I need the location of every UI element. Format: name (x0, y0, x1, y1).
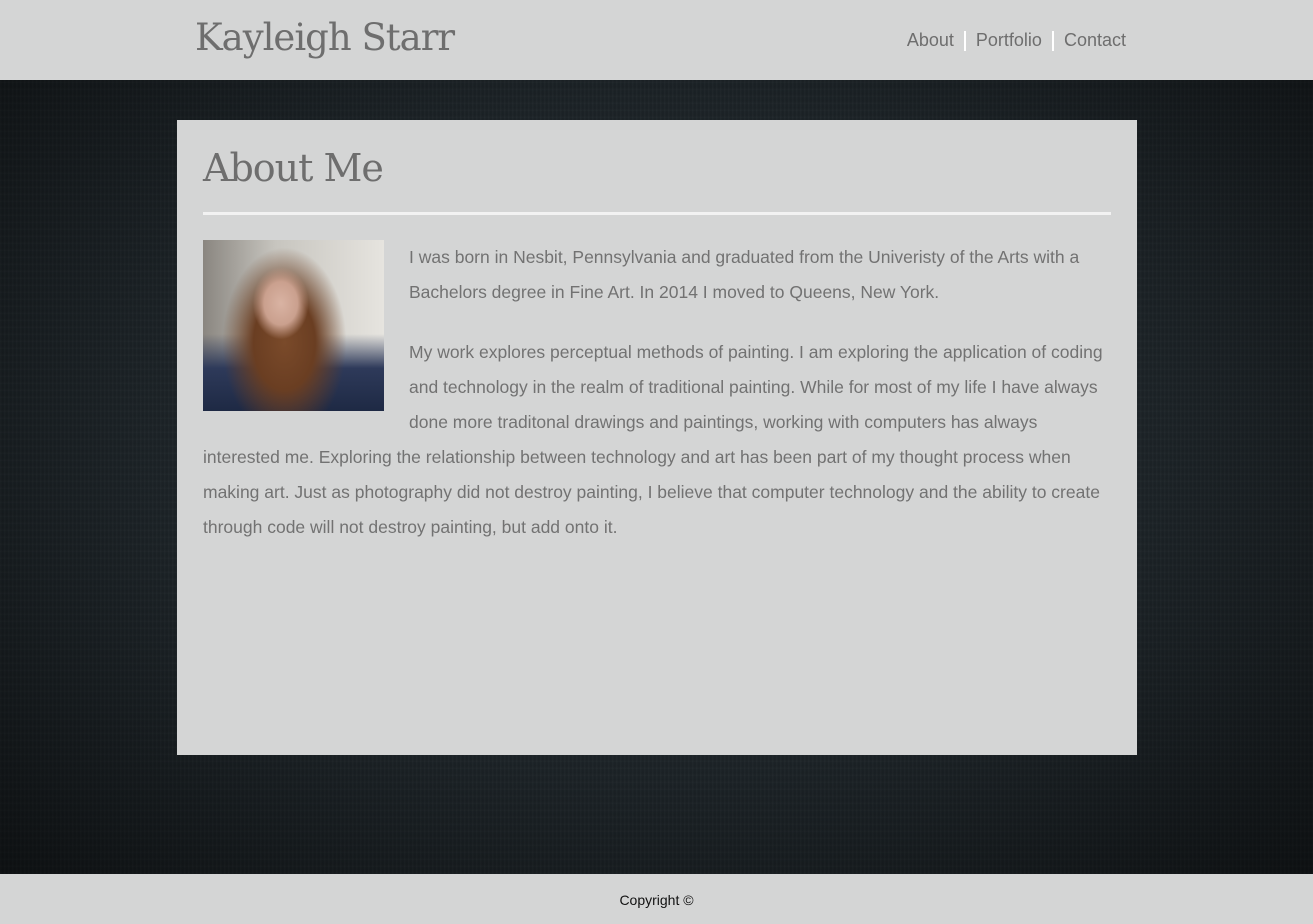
nav-contact[interactable]: Contact (1054, 30, 1126, 51)
profile-photo (203, 240, 384, 411)
about-card: About Me I was born in Nesbit, Pennsylva… (177, 120, 1137, 755)
page-title: About Me (203, 146, 384, 190)
site-footer: Copyright © (0, 874, 1313, 924)
site-title[interactable]: Kayleigh Starr (195, 16, 455, 59)
nav-about[interactable]: About (897, 30, 964, 51)
heading-divider (203, 212, 1111, 215)
copyright-text: Copyright © (619, 892, 694, 908)
main-nav: About Portfolio Contact (897, 30, 1126, 51)
nav-portfolio[interactable]: Portfolio (966, 30, 1052, 51)
site-header: Kayleigh Starr About Portfolio Contact (0, 0, 1313, 80)
about-content: I was born in Nesbit, Pennsylvania and g… (203, 240, 1111, 545)
